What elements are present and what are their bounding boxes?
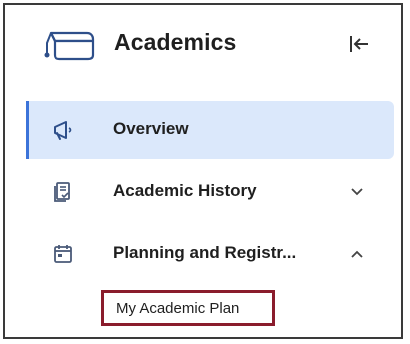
graduation-cap-icon — [44, 31, 95, 61]
chevron-down-icon[interactable] — [350, 185, 364, 199]
subitem-my-academic-plan[interactable]: My Academic Plan — [101, 290, 275, 326]
sidebar-item-label: Planning and Registr... — [113, 243, 297, 262]
megaphone-icon — [54, 121, 72, 140]
document-check-icon — [54, 182, 70, 202]
sidebar-item-label: Academic History — [113, 181, 257, 200]
sidebar-item-overview[interactable]: Overview — [26, 101, 394, 159]
academics-panel: Academics Overview Academic History Plan… — [3, 3, 403, 339]
page-title: Academics — [114, 29, 237, 55]
subitem-label: My Academic Plan — [116, 300, 240, 317]
sidebar-item-planning-and-registration[interactable]: Planning and Registr... — [26, 225, 394, 283]
collapse-left-icon[interactable] — [348, 34, 370, 54]
chevron-up-icon[interactable] — [350, 247, 364, 261]
sidebar-item-label: Overview — [113, 119, 189, 138]
sidebar-item-academic-history[interactable]: Academic History — [26, 163, 394, 221]
calendar-icon — [54, 245, 72, 263]
panel-header: Academics — [5, 5, 401, 85]
